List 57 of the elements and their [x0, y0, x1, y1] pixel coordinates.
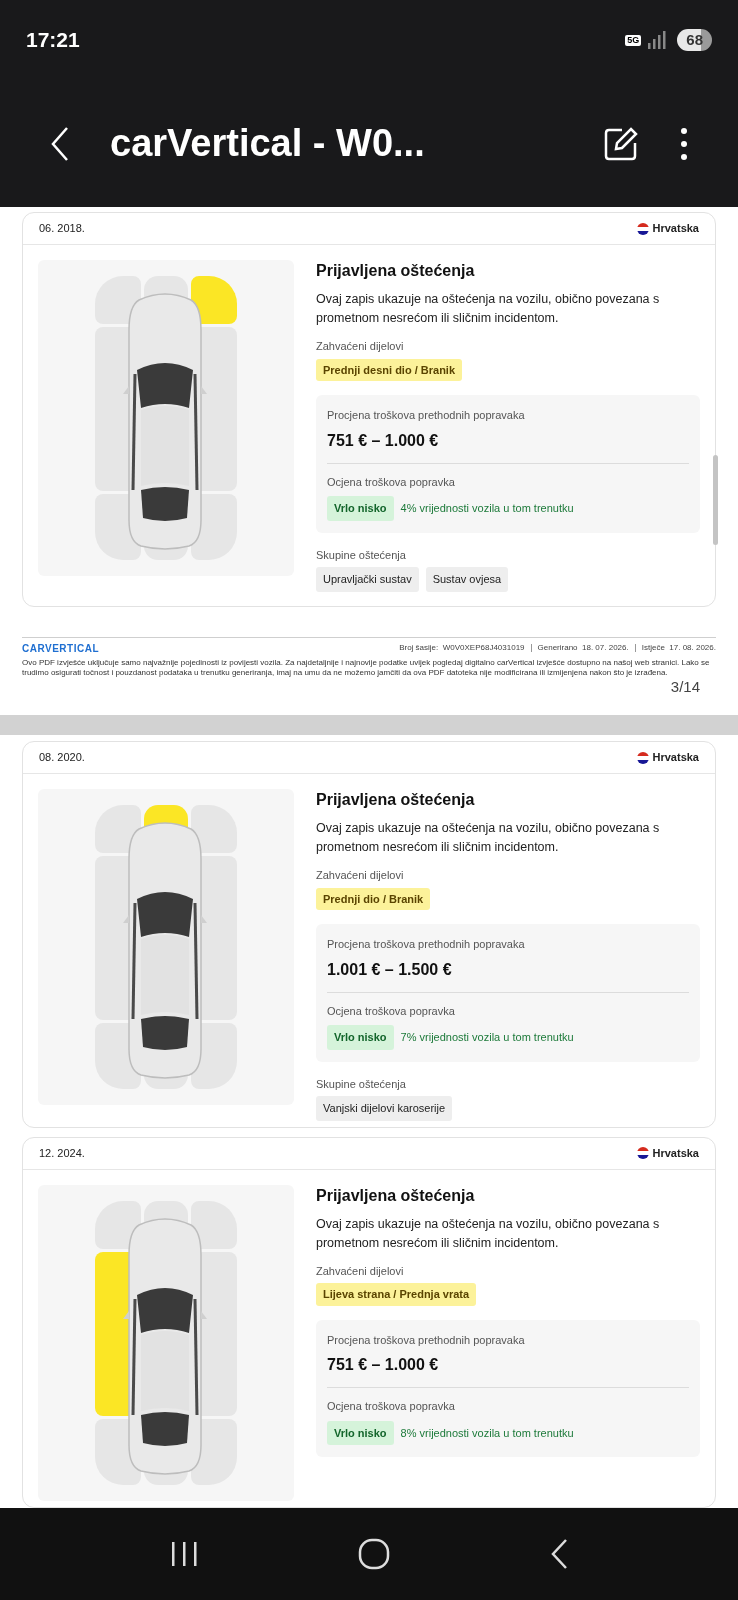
- record-date: 12. 2024.: [39, 1145, 85, 1161]
- cost-label: Procjena troškova prethodnih popravaka: [327, 408, 526, 423]
- country-label: Hrvatska: [652, 1145, 699, 1161]
- affected-parts-label: Zahvaćeni dijelovi: [316, 339, 405, 354]
- record-description: Ovaj zapis ukazuje na oštećenja na vozilu, obično povezana s prometnom nesrećom ili sličnim incidentom.: [316, 820, 661, 856]
- rating-label: Ocjena troškova popravka: [327, 1399, 456, 1415]
- damage-group-tag: Upravljački sustav: [316, 567, 419, 592]
- country-label: Hrvatska: [652, 750, 699, 766]
- flag-icon: [636, 222, 649, 235]
- rating-badge: Vrlo nisko: [327, 1025, 394, 1050]
- record-description: Ovaj zapis ukazuje na oštećenja na vozilu, obično povezana s prometnom nesrećom ili sličnim incidentom.: [316, 1215, 661, 1252]
- rating-label: Ocjena troškova popravka: [327, 474, 456, 490]
- rating-badge: Vrlo nisko: [327, 1420, 394, 1446]
- generated-date: Generirano 18. 07. 2026.: [537, 642, 629, 654]
- more-options-icon[interactable]: [680, 126, 688, 161]
- record-description: Ovaj zapis ukazuje na oštećenja na vozilu, obično povezana s prometnom nesrećom ili sličnim incidentom.: [316, 291, 661, 327]
- record-date: 06. 2018.: [39, 221, 85, 237]
- document-title: carVertical - W0...: [110, 121, 425, 166]
- signal-icon: [647, 31, 668, 49]
- record-title: Prijavljena oštećenja: [316, 1185, 476, 1206]
- affected-part-tag: Prednji dio / Branik: [316, 887, 431, 910]
- rating-note: 4% vrijednosti vozila u tom trenutku: [400, 501, 574, 516]
- damage-groups-label: Skupine oštećenja: [316, 1076, 407, 1092]
- cost-range: 1.001 € – 1.500 €: [327, 959, 453, 980]
- expiry-date: Istječe 17. 08. 2026.: [641, 642, 716, 654]
- cost-range: 751 € – 1.000 €: [327, 1355, 440, 1376]
- affected-part-tag: Lijeva strana / Prednja vrata: [316, 1283, 477, 1306]
- flag-icon: [636, 751, 649, 764]
- flag-icon: [636, 1147, 649, 1160]
- cost-label: Procjena troškova prethodnih popravaka: [327, 1332, 526, 1348]
- cost-label: Procjena troškova prethodnih popravaka: [327, 937, 526, 952]
- status-time: 17:21: [26, 27, 80, 54]
- rating-label: Ocjena troškova popravka: [327, 1003, 456, 1019]
- rating-note: 7% vrijednosti vozila u tom trenutku: [400, 1030, 574, 1045]
- scrollbar-thumb[interactable]: [713, 455, 718, 545]
- chassis-number: Broj šasije: W0V0XEP68J4031019: [399, 642, 525, 654]
- network-type: 5G: [625, 34, 642, 46]
- record-title: Prijavljena oštećenja: [316, 261, 476, 281]
- record-title: Prijavljena oštećenja: [316, 790, 476, 810]
- carvertical-logo: CARVERTICAL: [22, 641, 99, 656]
- home-icon[interactable]: [358, 1538, 390, 1570]
- page-number: 3/14: [670, 677, 700, 696]
- disclaimer-text: Ovo PDF izvješće uključuje samo najvažnije pojedinosti iz povijesti vozila. Za najdetaljnije i najnovije podatke uvijek pogledaj digitalno carVertical izvješće dostupno na našoj web stranici. Lako se trudimo osigurati točnost i pouzdanost podataka u trenutku generiranja, imaj na umu da ne možemo jamčiti da ova PDF datoteka nije modificirana ili izmijenjena nakon što je izrađena.: [22, 657, 711, 678]
- record-date: 08. 2020.: [39, 750, 85, 766]
- country-label: Hrvatska: [652, 221, 699, 237]
- cost-range: 751 € – 1.000 €: [327, 430, 440, 451]
- rating-note: 8% vrijednosti vozila u tom trenutku: [400, 1425, 574, 1441]
- recent-apps-icon[interactable]: [169, 1540, 200, 1568]
- rating-badge: Vrlo nisko: [327, 496, 394, 521]
- damage-group-tag: Sustav ovjesa: [425, 567, 509, 592]
- damage-group-tag: Vanjski dijelovi karoserije: [316, 1096, 453, 1121]
- affected-parts-label: Zahvaćeni dijelovi: [316, 1263, 405, 1279]
- back-icon[interactable]: [50, 125, 70, 162]
- battery-indicator: 68: [677, 29, 712, 51]
- damage-groups-label: Skupine oštećenja: [316, 547, 407, 563]
- affected-parts-label: Zahvaćeni dijelovi: [316, 868, 405, 883]
- affected-part-tag: Prednji desni dio / Branik: [316, 358, 463, 381]
